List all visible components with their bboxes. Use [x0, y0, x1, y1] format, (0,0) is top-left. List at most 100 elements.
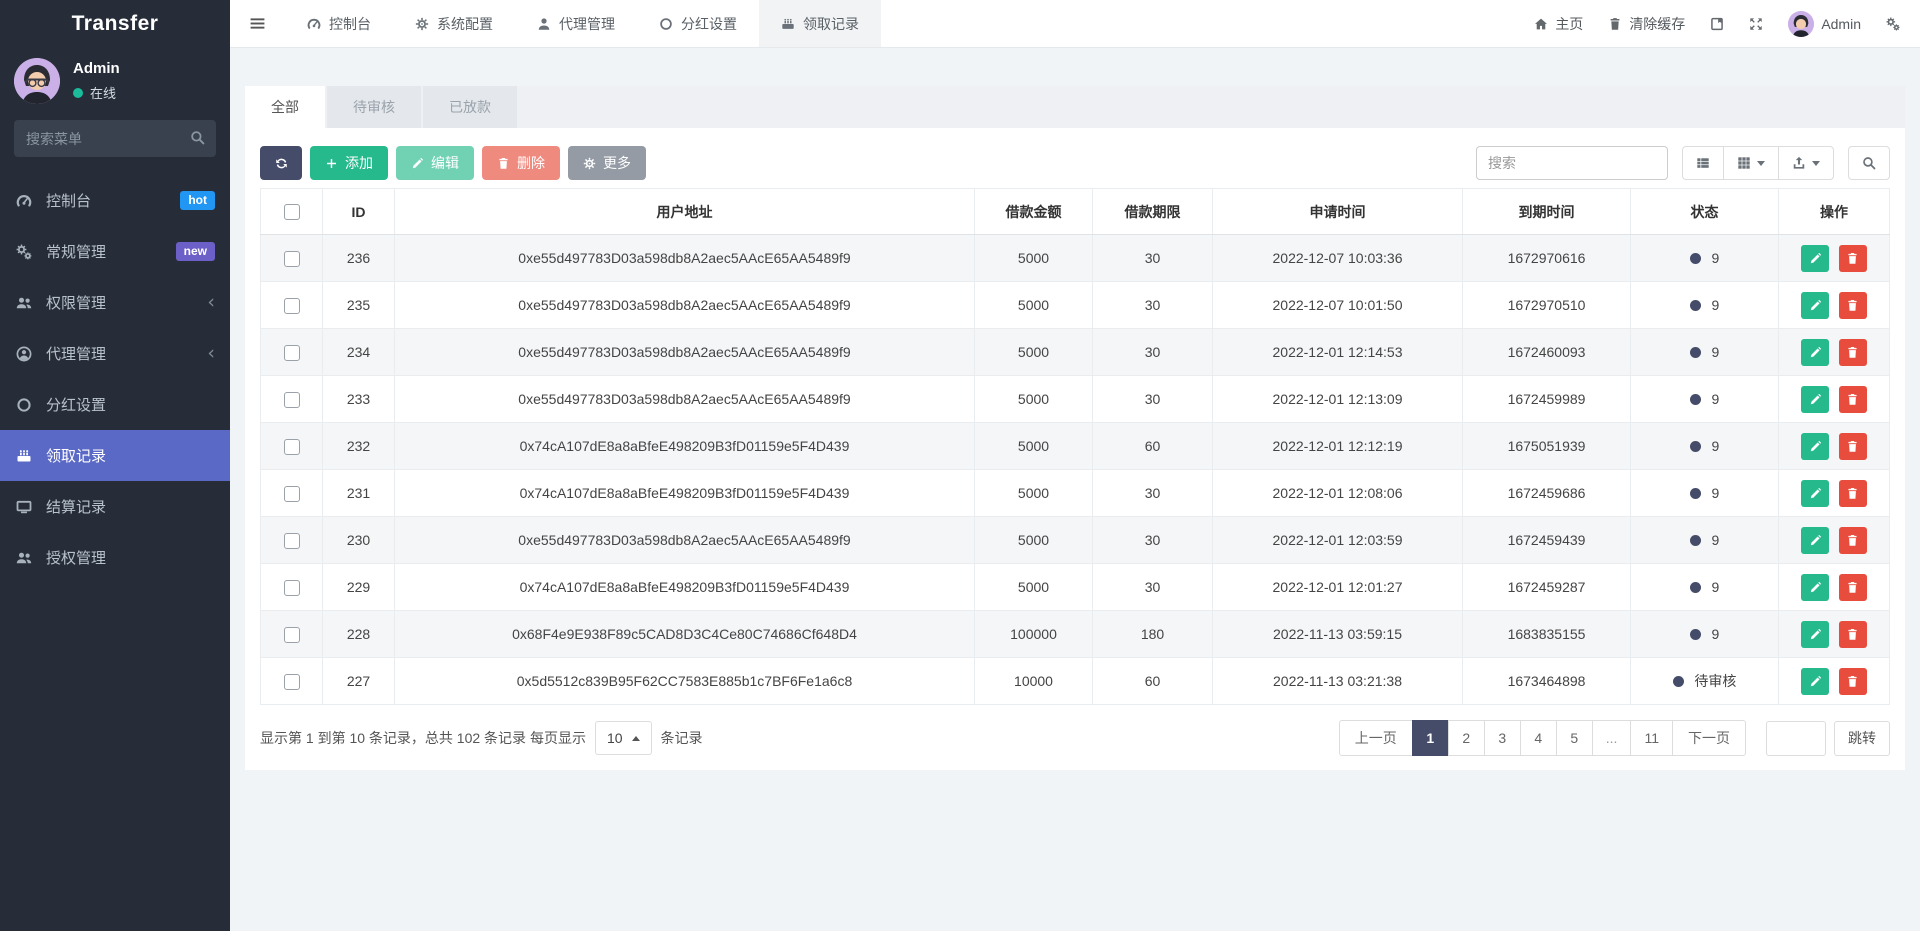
delete-button[interactable]: 删除: [482, 146, 560, 180]
topbar-tab-代理管理[interactable]: 代理管理: [515, 0, 637, 47]
row-delete-button[interactable]: [1839, 621, 1867, 648]
pagination-bar: 显示第 1 到第 10 条记录，总共 102 条记录 每页显示 10 条记录 上…: [260, 720, 1890, 756]
select-all-checkbox[interactable]: [284, 204, 300, 220]
row-edit-button[interactable]: [1801, 527, 1829, 554]
edit-button[interactable]: 编辑: [396, 146, 474, 180]
row-checkbox[interactable]: [284, 533, 300, 549]
row-edit-button[interactable]: [1801, 339, 1829, 366]
clear-cache-button[interactable]: 清除缓存: [1608, 14, 1685, 34]
row-delete-button[interactable]: [1839, 527, 1867, 554]
page-button-3[interactable]: 3: [1484, 720, 1521, 756]
row-delete-button[interactable]: [1839, 292, 1867, 319]
row-checkbox[interactable]: [284, 345, 300, 361]
detail-view-button[interactable]: [1682, 146, 1724, 180]
page-button-4[interactable]: 4: [1520, 720, 1557, 756]
cell-apply-time: 2022-12-07 10:03:36: [1213, 235, 1463, 282]
user-dropdown[interactable]: Admin: [1788, 11, 1861, 37]
cell-amount: 5000: [975, 517, 1093, 564]
sidebar-item-常规管理[interactable]: 常规管理 new: [0, 226, 230, 277]
row-checkbox[interactable]: [284, 298, 300, 314]
online-status-dot: [73, 88, 83, 98]
row-checkbox[interactable]: [284, 251, 300, 267]
cell-amount: 5000: [975, 282, 1093, 329]
sidebar-item-控制台[interactable]: 控制台 hot: [0, 175, 230, 226]
topbar-tab-领取记录[interactable]: 领取记录: [759, 0, 881, 47]
page-size-dropdown[interactable]: 10: [595, 721, 652, 755]
cell-actions: [1779, 611, 1890, 658]
sidebar-item-代理管理[interactable]: 代理管理 ‹: [0, 328, 230, 379]
page-button-11[interactable]: 11: [1630, 720, 1673, 756]
trash-icon: [1846, 252, 1859, 265]
page-button-2[interactable]: 2: [1448, 720, 1485, 756]
search-button[interactable]: [1848, 146, 1890, 180]
row-checkbox[interactable]: [284, 486, 300, 502]
docs-button[interactable]: [1710, 17, 1724, 31]
row-edit-button[interactable]: [1801, 386, 1829, 413]
row-checkbox[interactable]: [284, 439, 300, 455]
sidebar-item-结算记录[interactable]: 结算记录: [0, 481, 230, 532]
table-row: 233 0xe55d497783D03a598db8A2aec5AAcE65AA…: [261, 376, 1890, 423]
sidebar-item-权限管理[interactable]: 权限管理 ‹: [0, 277, 230, 328]
cell-term: 30: [1093, 376, 1213, 423]
topbar-tab-系统配置[interactable]: 系统配置: [393, 0, 515, 47]
row-checkbox[interactable]: [284, 627, 300, 643]
column-header: 操作: [1779, 189, 1890, 235]
row-delete-button[interactable]: [1839, 245, 1867, 272]
hamburger-icon[interactable]: [230, 0, 285, 47]
filter-tab-已放款[interactable]: 已放款: [423, 86, 517, 128]
row-edit-button[interactable]: [1801, 433, 1829, 460]
row-delete-button[interactable]: [1839, 480, 1867, 507]
row-edit-button[interactable]: [1801, 668, 1829, 695]
sidebar-item-领取记录[interactable]: 领取记录: [0, 430, 230, 481]
filter-tab-全部[interactable]: 全部: [245, 86, 325, 128]
row-edit-button[interactable]: [1801, 245, 1829, 272]
table-search-input[interactable]: [1476, 146, 1668, 180]
row-edit-button[interactable]: [1801, 292, 1829, 319]
sidebar-item-授权管理[interactable]: 授权管理: [0, 532, 230, 583]
sidebar-item-分红设置[interactable]: 分红设置: [0, 379, 230, 430]
row-delete-button[interactable]: [1839, 574, 1867, 601]
columns-button[interactable]: [1723, 146, 1779, 180]
settings-button[interactable]: [1886, 17, 1900, 31]
topbar-tab-控制台[interactable]: 控制台: [285, 0, 393, 47]
status-dot: [1690, 488, 1701, 499]
panel-body: 添加 编辑 删除 更多: [245, 128, 1905, 770]
next-page-button[interactable]: 下一页: [1672, 720, 1746, 756]
topbar-tab-分红设置[interactable]: 分红设置: [637, 0, 759, 47]
fullscreen-button[interactable]: [1749, 17, 1763, 31]
row-delete-button[interactable]: [1839, 668, 1867, 695]
panel: 全部待审核已放款 添加 编辑: [245, 86, 1905, 770]
row-delete-button[interactable]: [1839, 339, 1867, 366]
row-edit-button[interactable]: [1801, 480, 1829, 507]
user-panel[interactable]: Admin 在线: [0, 48, 230, 120]
row-edit-button[interactable]: [1801, 574, 1829, 601]
row-checkbox[interactable]: [284, 674, 300, 690]
jump-button[interactable]: 跳转: [1834, 721, 1890, 756]
row-edit-button[interactable]: [1801, 621, 1829, 648]
cell-actions: [1779, 658, 1890, 705]
page-button-5[interactable]: 5: [1556, 720, 1593, 756]
user-name: Admin: [73, 60, 120, 77]
status-dot: [1690, 629, 1701, 640]
sidebar-search-input[interactable]: [14, 120, 216, 157]
refresh-button[interactable]: [260, 146, 302, 180]
row-delete-button[interactable]: [1839, 433, 1867, 460]
filter-tab-待审核[interactable]: 待审核: [327, 86, 421, 128]
row-delete-button[interactable]: [1839, 386, 1867, 413]
row-checkbox[interactable]: [284, 392, 300, 408]
cell-term: 30: [1093, 564, 1213, 611]
export-button[interactable]: [1778, 146, 1834, 180]
add-button[interactable]: 添加: [310, 146, 388, 180]
home-button[interactable]: 主页: [1534, 14, 1583, 34]
cell-amount: 5000: [975, 376, 1093, 423]
prev-page-button[interactable]: 上一页: [1339, 720, 1413, 756]
monitor-icon: [15, 499, 33, 515]
jump-page-input[interactable]: [1766, 721, 1826, 756]
pagination-info: 显示第 1 到第 10 条记录，总共 102 条记录 每页显示 10 条记录: [260, 721, 703, 755]
cell-term: 30: [1093, 517, 1213, 564]
row-checkbox[interactable]: [284, 580, 300, 596]
pencil-icon: [1809, 393, 1822, 406]
page-button-1[interactable]: 1: [1412, 720, 1449, 756]
more-button[interactable]: 更多: [568, 146, 646, 180]
cell-term: 60: [1093, 423, 1213, 470]
